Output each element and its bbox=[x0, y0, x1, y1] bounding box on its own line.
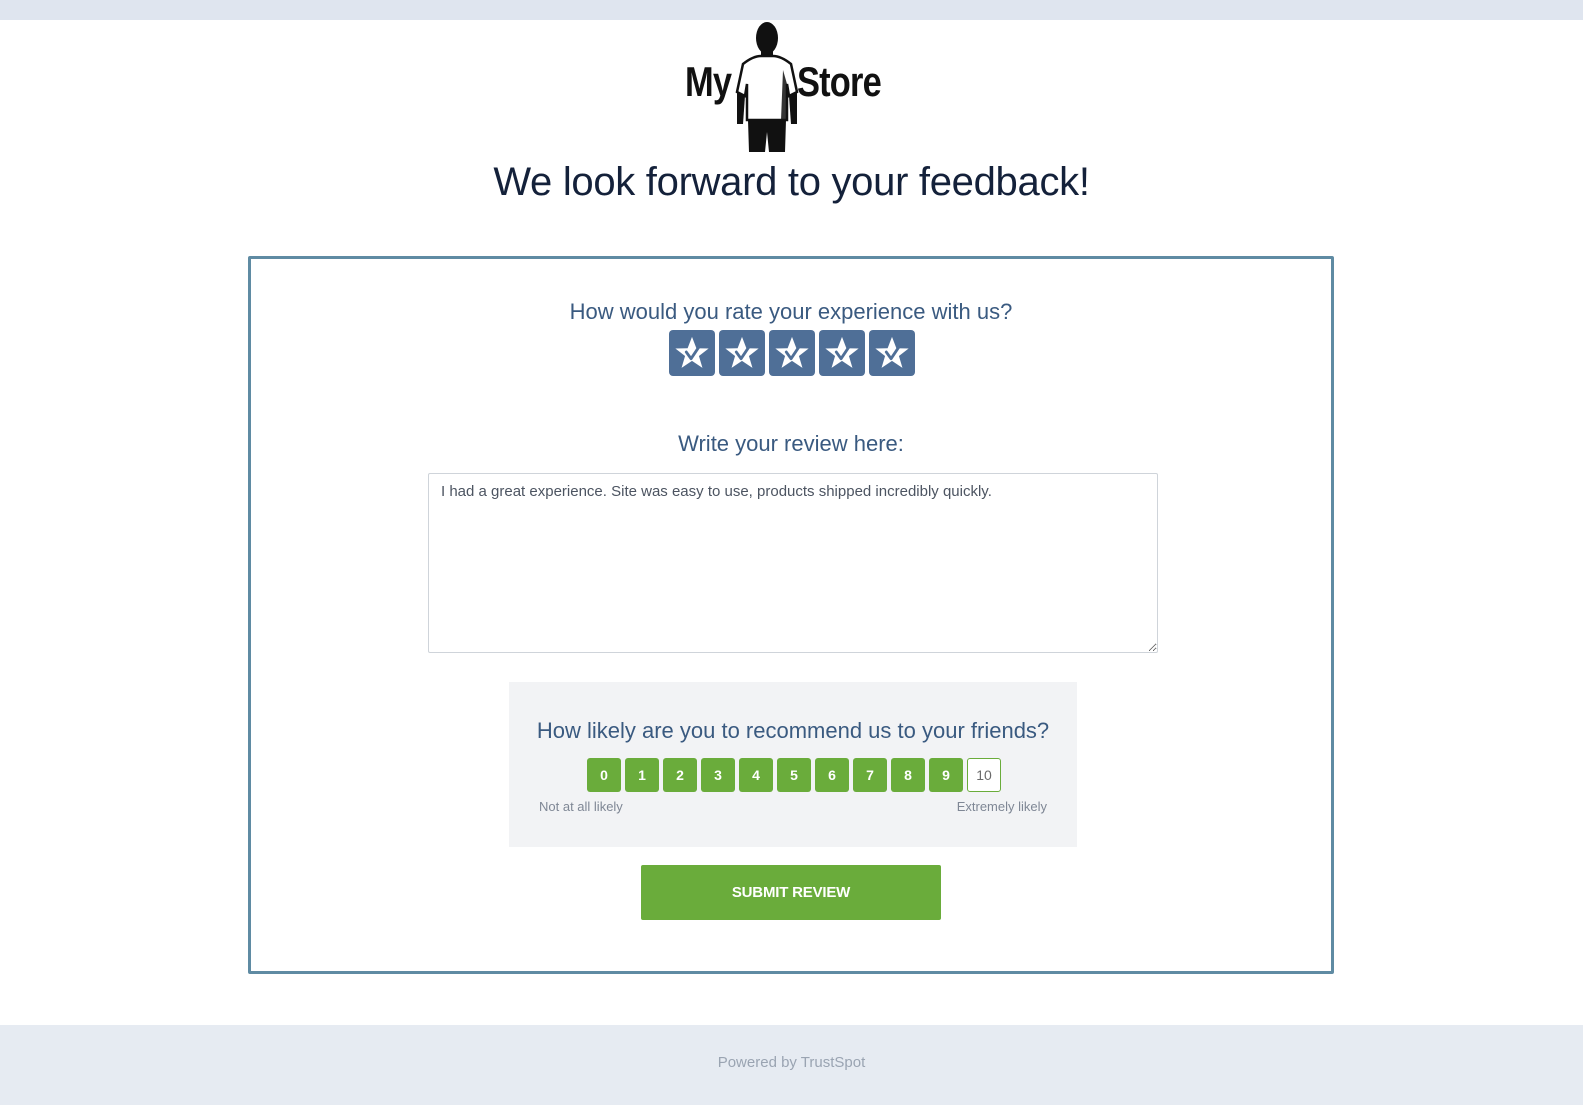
star-rating-option[interactable] bbox=[669, 330, 715, 376]
star-icon bbox=[875, 336, 909, 368]
store-logo: My Store bbox=[683, 20, 888, 152]
nps-option[interactable]: 8 bbox=[891, 758, 925, 792]
feedback-card: How would you rate your experience with … bbox=[248, 256, 1334, 974]
submit-review-button[interactable]: SUBMIT REVIEW bbox=[641, 865, 941, 920]
footer: Powered by TrustSpot bbox=[0, 1025, 1583, 1105]
review-textarea[interactable] bbox=[428, 473, 1158, 653]
page-title: We look forward to your feedback! bbox=[493, 160, 1090, 204]
star-rating-option[interactable] bbox=[769, 330, 815, 376]
star-icon bbox=[775, 336, 809, 368]
nps-option[interactable]: 10 bbox=[967, 758, 1001, 792]
tshirt-figure-icon bbox=[735, 22, 799, 152]
nps-option[interactable]: 5 bbox=[777, 758, 811, 792]
star-icon bbox=[725, 336, 759, 368]
nps-option[interactable]: 6 bbox=[815, 758, 849, 792]
nps-option[interactable]: 9 bbox=[929, 758, 963, 792]
nps-question: How likely are you to recommend us to yo… bbox=[536, 718, 1050, 743]
powered-by-text: Powered by TrustSpot bbox=[717, 1054, 866, 1071]
nps-option[interactable]: 3 bbox=[701, 758, 735, 792]
nps-option[interactable]: 7 bbox=[853, 758, 887, 792]
rating-question: How would you rate your experience with … bbox=[569, 299, 1013, 324]
logo-word-my: My bbox=[685, 58, 732, 105]
logo-word-store: Store bbox=[797, 58, 882, 105]
star-icon bbox=[675, 336, 709, 368]
top-strip bbox=[0, 0, 1583, 20]
nps-option[interactable]: 1 bbox=[625, 758, 659, 792]
star-rating bbox=[669, 330, 915, 376]
star-rating-option[interactable] bbox=[719, 330, 765, 376]
nps-scale: 0 1 2 3 4 5 6 7 8 9 10 bbox=[587, 758, 1001, 792]
nps-option[interactable]: 2 bbox=[663, 758, 697, 792]
star-rating-option[interactable] bbox=[819, 330, 865, 376]
nps-low-label: Not at all likely bbox=[539, 799, 623, 814]
star-rating-option[interactable] bbox=[869, 330, 915, 376]
nps-high-label: Extremely likely bbox=[956, 799, 1047, 814]
nps-panel: How likely are you to recommend us to yo… bbox=[509, 682, 1077, 847]
nps-option[interactable]: 4 bbox=[739, 758, 773, 792]
review-label: Write your review here: bbox=[678, 431, 904, 456]
star-icon bbox=[825, 336, 859, 368]
nps-option[interactable]: 0 bbox=[587, 758, 621, 792]
